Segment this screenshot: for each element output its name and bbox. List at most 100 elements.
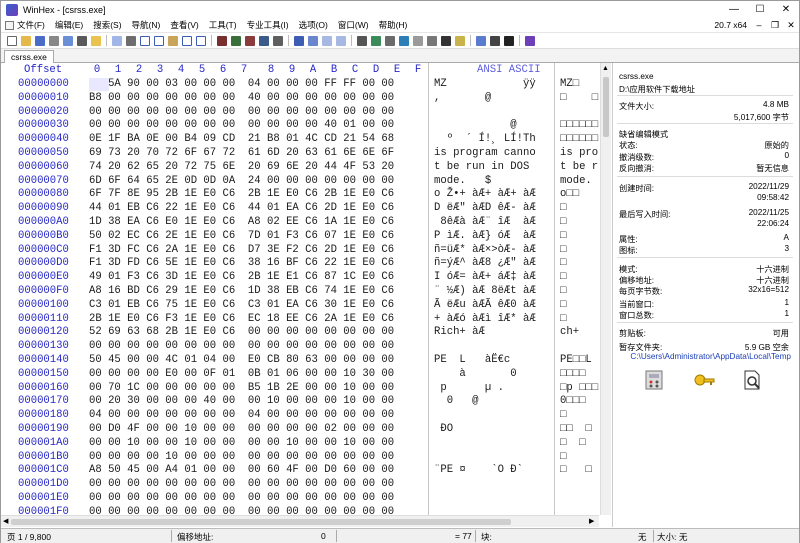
scroll-left-icon[interactable]: ◀ (3, 517, 8, 525)
doc-minimize-button[interactable]: – (751, 20, 767, 30)
menu-options[interactable]: 选项(O) (299, 19, 328, 31)
paste-icon[interactable] (168, 35, 178, 46)
save-icon[interactable] (35, 35, 45, 46)
print-icon[interactable] (49, 35, 59, 46)
new-file-icon[interactable] (7, 35, 17, 46)
hex-bytes: F1 3D FC C6 2A 1E E0 C6 D7 3E F2 C6 2D 1… (89, 243, 395, 256)
hex-editor-area[interactable]: Offset 0 1 2 3 4 5 6 7 8 9 A B C D E F A… (1, 63, 599, 515)
menu-navigate[interactable]: 导航(N) (132, 19, 161, 31)
hex-row[interactable]: 00000040 0E 1F BA 0E 00 B4 09 CD 21 B8 01… (1, 133, 599, 146)
tab-bar: csrss.exe (1, 49, 799, 63)
info-icon-value: 3 (784, 244, 789, 253)
disk-icon[interactable] (77, 35, 87, 46)
replace-hex-icon[interactable] (259, 35, 269, 46)
cursor-icon[interactable] (504, 35, 514, 46)
close-button[interactable]: ✕ (773, 1, 799, 18)
tab-csrss[interactable]: csrss.exe (4, 50, 54, 63)
hex-row[interactable]: 00000080 6F 7F 8E 95 2B 1E E0 C6 2B 1E E0… (1, 188, 599, 201)
hex-row[interactable]: 000000A0 1D 38 EA C6 E0 1E E0 C6 A8 02 EE… (1, 216, 599, 229)
hex-row[interactable]: 00000010 B8 00 00 00 00 00 00 00 40 00 00… (1, 92, 599, 105)
write-icon[interactable] (196, 35, 206, 46)
menu-view[interactable]: 查看(V) (170, 19, 198, 31)
hex-row[interactable]: 00000120 52 69 63 68 2B 1E E0 C6 00 00 00… (1, 326, 599, 339)
copy-block-icon[interactable] (154, 35, 164, 46)
ram-editor-icon[interactable] (371, 35, 381, 46)
vertical-scrollbar[interactable]: ▲ (600, 63, 611, 515)
scroll-up-icon[interactable]: ▲ (602, 65, 609, 72)
hex-row[interactable]: 00000070 6D 6F 64 65 2E 0D 0D 0A 24 00 00… (1, 175, 599, 188)
hex-row[interactable]: 00000090 44 01 EB C6 22 1E E0 C6 44 01 EA… (1, 202, 599, 215)
key-icon[interactable] (693, 369, 715, 391)
menu-edit[interactable]: 编辑(E) (55, 19, 83, 31)
binoculars-icon[interactable] (217, 35, 227, 46)
hex-row[interactable]: 00000110 2B 1E E0 C6 F3 1E E0 C6 EC 18 EE… (1, 313, 599, 326)
hex-row[interactable]: 00000140 50 45 00 00 4C 01 04 00 E0 CB 80… (1, 354, 599, 367)
horizontal-scrollbar[interactable]: ◀ ▶ (1, 515, 599, 527)
menu-help[interactable]: 帮助(H) (379, 19, 408, 31)
hex-row[interactable]: 000001A0 00 00 10 00 00 10 00 00 00 00 10… (1, 437, 599, 450)
convert-icon[interactable] (441, 35, 451, 46)
menu-file[interactable]: 文件(F) (5, 19, 45, 31)
bookmark-icon[interactable] (490, 35, 500, 46)
hex-row[interactable]: 00000020 00 00 00 00 00 00 00 00 00 00 00… (1, 106, 599, 119)
find-again-icon[interactable] (273, 35, 283, 46)
doc-restore-button[interactable]: ❐ (767, 20, 783, 31)
hex-row[interactable]: 00000190 00 D0 4F 00 00 10 00 00 00 00 00… (1, 423, 599, 436)
menu-specialist-tools[interactable]: 专业工具(I) (247, 19, 289, 31)
find-hex-icon[interactable] (231, 35, 241, 46)
info-created-time: 09:58:42 (757, 193, 789, 202)
ansi-text: PE L àË€c (434, 354, 536, 366)
open-file-icon[interactable] (21, 35, 31, 46)
analyze-icon[interactable] (413, 35, 423, 46)
hex-row[interactable]: 000000B0 50 02 EC C6 2E 1E E0 C6 7D 01 F3… (1, 230, 599, 243)
options-icon[interactable] (476, 35, 486, 46)
document-search-icon[interactable] (741, 369, 763, 391)
hex-row[interactable]: 000001E0 00 00 00 00 00 00 00 00 00 00 00… (1, 492, 599, 505)
hex-row[interactable]: 000001D0 00 00 00 00 00 00 00 00 00 00 00… (1, 478, 599, 491)
goto-page-icon[interactable] (308, 35, 318, 46)
paste-block-icon[interactable] (182, 35, 192, 46)
lens-icon[interactable] (455, 35, 465, 46)
forward-arrow-icon[interactable] (336, 35, 346, 46)
image-icon[interactable] (385, 35, 395, 46)
hex-row[interactable]: 000001B0 00 00 00 00 10 00 00 00 00 00 00… (1, 451, 599, 464)
hex-row[interactable]: 00000100 C3 01 EB C6 75 1E E0 C6 C3 01 EA… (1, 299, 599, 312)
hex-rows[interactable]: 00000000 4D 5A 90 00 03 00 00 00 04 00 00… (1, 78, 599, 515)
minimize-button[interactable]: — (721, 1, 747, 18)
hex-row[interactable]: 00000130 00 00 00 00 00 00 00 00 00 00 00… (1, 340, 599, 353)
hex-row[interactable]: 00000050 69 73 20 70 72 6F 67 72 61 6D 20… (1, 147, 599, 160)
calculator-icon[interactable] (643, 369, 665, 391)
hex-row[interactable]: 00000170 00 20 30 00 00 00 40 00 00 10 00… (1, 395, 599, 408)
hex-row[interactable]: 00000150 00 00 00 00 E0 00 0F 01 0B 01 06… (1, 368, 599, 381)
menu-tools[interactable]: 工具(T) (209, 19, 237, 31)
hex-row[interactable]: 000001C0 A8 50 45 00 A4 01 00 00 00 60 4F… (1, 464, 599, 477)
purple-book-icon[interactable] (525, 35, 535, 46)
scroll-thumb[interactable] (11, 519, 511, 525)
scroll-right-icon[interactable]: ▶ (589, 517, 594, 525)
calculator-icon[interactable] (427, 35, 437, 46)
hex-row[interactable]: 00000060 74 20 62 65 20 72 75 6E 20 69 6E… (1, 161, 599, 174)
hex-row[interactable]: 00000030 00 00 00 00 00 00 00 00 00 00 00… (1, 119, 599, 132)
scroll-thumb[interactable] (603, 77, 609, 137)
copy-icon[interactable] (140, 35, 150, 46)
hex-row[interactable]: 00000180 04 00 00 00 00 00 00 00 04 00 00… (1, 409, 599, 422)
disk-editor-icon[interactable] (357, 35, 367, 46)
properties-icon[interactable] (63, 35, 73, 46)
maximize-button[interactable]: ☐ (747, 1, 773, 18)
menu-search[interactable]: 搜索(S) (93, 19, 121, 31)
back-arrow-icon[interactable] (322, 35, 332, 46)
hex-row[interactable]: 000000E0 49 01 F3 C6 3D 1E E0 C6 2B 1E E1… (1, 271, 599, 284)
folder-icon[interactable] (91, 35, 101, 46)
hash-icon[interactable] (399, 35, 409, 46)
hex-row[interactable]: 000001F0 00 00 00 00 00 00 00 00 00 00 00… (1, 506, 599, 515)
menu-window[interactable]: 窗口(W) (338, 19, 369, 31)
doc-close-button[interactable]: ✕ (783, 20, 799, 31)
hex-row[interactable]: 000000C0 F1 3D FC C6 2A 1E E0 C6 D7 3E F2… (1, 244, 599, 257)
hex-row[interactable]: 000000D0 F1 3D FD C6 5E 1E E0 C6 38 16 BF… (1, 257, 599, 270)
goto-offset-icon[interactable] (294, 35, 304, 46)
undo-icon[interactable] (112, 35, 122, 46)
cut-icon[interactable] (126, 35, 136, 46)
hex-row[interactable]: 00000160 00 70 1C 00 00 00 00 00 B5 1B 2E… (1, 382, 599, 395)
replace-icon[interactable] (245, 35, 255, 46)
hex-row[interactable]: 000000F0 A8 16 BD C6 29 1E E0 C6 1D 38 EB… (1, 285, 599, 298)
